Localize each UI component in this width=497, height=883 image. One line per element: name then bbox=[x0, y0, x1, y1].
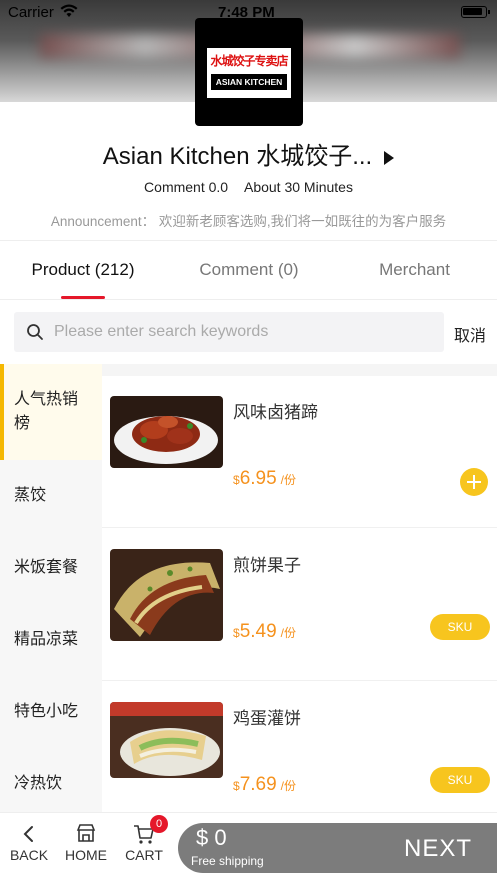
battery-icon bbox=[461, 6, 490, 18]
category-sidebar: 人气热销榜 蒸饺 米饭套餐 精品凉菜 特色小吃 冷热饮 bbox=[0, 364, 102, 812]
product-item[interactable]: 鸡蛋灌饼 $7.69/份 SKU bbox=[102, 682, 497, 812]
price-unit: /份 bbox=[280, 473, 297, 487]
product-item[interactable]: 风味卤猪蹄 $6.95/份 bbox=[102, 376, 497, 528]
back-button[interactable]: BACK bbox=[1, 821, 57, 863]
category-label: 蒸饺 bbox=[14, 487, 47, 504]
bottom-bar: BACK HOME 0 CART $ 0 Free shipping NEXT bbox=[0, 812, 497, 883]
shipping-note: Free shipping bbox=[191, 854, 264, 868]
cart-count-badge: 0 bbox=[150, 815, 168, 833]
add-to-cart-button[interactable] bbox=[460, 468, 488, 496]
store-title[interactable]: Asian Kitchen 水城饺子... bbox=[0, 136, 497, 171]
tab-product[interactable]: Product (212) bbox=[0, 241, 166, 299]
price-unit: /份 bbox=[280, 626, 297, 640]
next-button[interactable]: NEXT bbox=[404, 835, 472, 863]
search-box bbox=[14, 312, 444, 352]
category-label: 特色小吃 bbox=[14, 703, 79, 720]
tab-bar: Product (212) Comment (0) Merchant bbox=[0, 241, 497, 299]
store-icon bbox=[58, 821, 114, 847]
category-item[interactable]: 特色小吃 bbox=[0, 700, 102, 724]
product-name: 鸡蛋灌饼 bbox=[233, 709, 301, 728]
home-button[interactable]: HOME bbox=[58, 821, 114, 863]
store-name: Asian Kitchen 水城饺子... bbox=[102, 143, 373, 170]
chevron-left-icon bbox=[1, 821, 57, 847]
store-meta: Comment 0.0 About 30 Minutes bbox=[0, 179, 497, 195]
search-input[interactable] bbox=[54, 312, 434, 352]
product-list: 风味卤猪蹄 $6.95/份 煎饼果子 $5.49/份 SKU 鸡蛋灌饼 $7.6… bbox=[102, 364, 497, 812]
sku-button[interactable]: SKU bbox=[430, 767, 490, 793]
product-price: $6.95/份 bbox=[233, 468, 296, 490]
tab-comment[interactable]: Comment (0) bbox=[166, 241, 332, 299]
cart-button[interactable]: 0 CART bbox=[116, 815, 172, 863]
price-unit: /份 bbox=[280, 779, 297, 793]
cart-total: $ 0 bbox=[196, 825, 227, 850]
tab-merchant[interactable]: Merchant bbox=[332, 241, 497, 299]
category-item[interactable]: 精品凉菜 bbox=[0, 628, 102, 652]
checkout-bar[interactable]: $ 0 Free shipping NEXT bbox=[178, 823, 497, 873]
category-item[interactable]: 冷热饮 bbox=[0, 772, 102, 796]
search-icon bbox=[26, 323, 43, 340]
carrier-label: Carrier bbox=[8, 4, 54, 21]
wifi-icon bbox=[60, 4, 78, 21]
category-item[interactable]: 米饭套餐 bbox=[0, 556, 102, 580]
price-currency: $ bbox=[233, 779, 240, 793]
category-label: 人气热销榜 bbox=[14, 391, 79, 432]
announcement: Announcement： 欢迎新老顾客选购,我们将一如既往的为客户服务 bbox=[50, 214, 447, 229]
price-currency: $ bbox=[233, 626, 240, 640]
category-label: 米饭套餐 bbox=[14, 559, 79, 576]
cancel-button[interactable]: 取消 bbox=[454, 322, 486, 346]
product-price: $5.49/份 bbox=[233, 621, 296, 643]
store-logo: 水城饺子专卖店 ASIAN KITCHEN bbox=[195, 18, 303, 126]
price-amount: 5.49 bbox=[239, 621, 277, 642]
logo-text-en: ASIAN KITCHEN bbox=[211, 74, 287, 90]
home-label: HOME bbox=[65, 847, 107, 863]
play-arrow-icon bbox=[384, 150, 395, 165]
category-item[interactable]: 人气热销榜 bbox=[0, 364, 102, 460]
divider bbox=[0, 299, 497, 300]
price-currency: $ bbox=[233, 473, 240, 487]
store-comment: Comment 0.0 bbox=[144, 179, 229, 195]
price-amount: 7.69 bbox=[239, 774, 277, 795]
logo-text-cn: 水城饺子专卖店 bbox=[210, 54, 288, 68]
logo-plate: 水城饺子专卖店 ASIAN KITCHEN bbox=[207, 48, 291, 98]
product-item[interactable]: 煎饼果子 $5.49/份 SKU bbox=[102, 529, 497, 681]
product-name: 煎饼果子 bbox=[233, 556, 301, 575]
cart-label: CART bbox=[125, 847, 163, 863]
back-label: BACK bbox=[9, 847, 49, 863]
category-item[interactable]: 蒸饺 bbox=[0, 484, 102, 508]
product-image bbox=[110, 549, 223, 641]
product-image bbox=[110, 396, 223, 468]
category-label: 精品凉菜 bbox=[14, 631, 79, 648]
product-price: $7.69/份 bbox=[233, 774, 296, 796]
delivery-time: About 30 Minutes bbox=[243, 179, 353, 195]
sku-button[interactable]: SKU bbox=[430, 614, 490, 640]
product-image bbox=[110, 702, 223, 778]
list-header-strip bbox=[102, 364, 497, 376]
product-name: 风味卤猪蹄 bbox=[233, 403, 318, 422]
price-amount: 6.95 bbox=[239, 468, 277, 489]
category-label: 冷热饮 bbox=[14, 775, 63, 792]
